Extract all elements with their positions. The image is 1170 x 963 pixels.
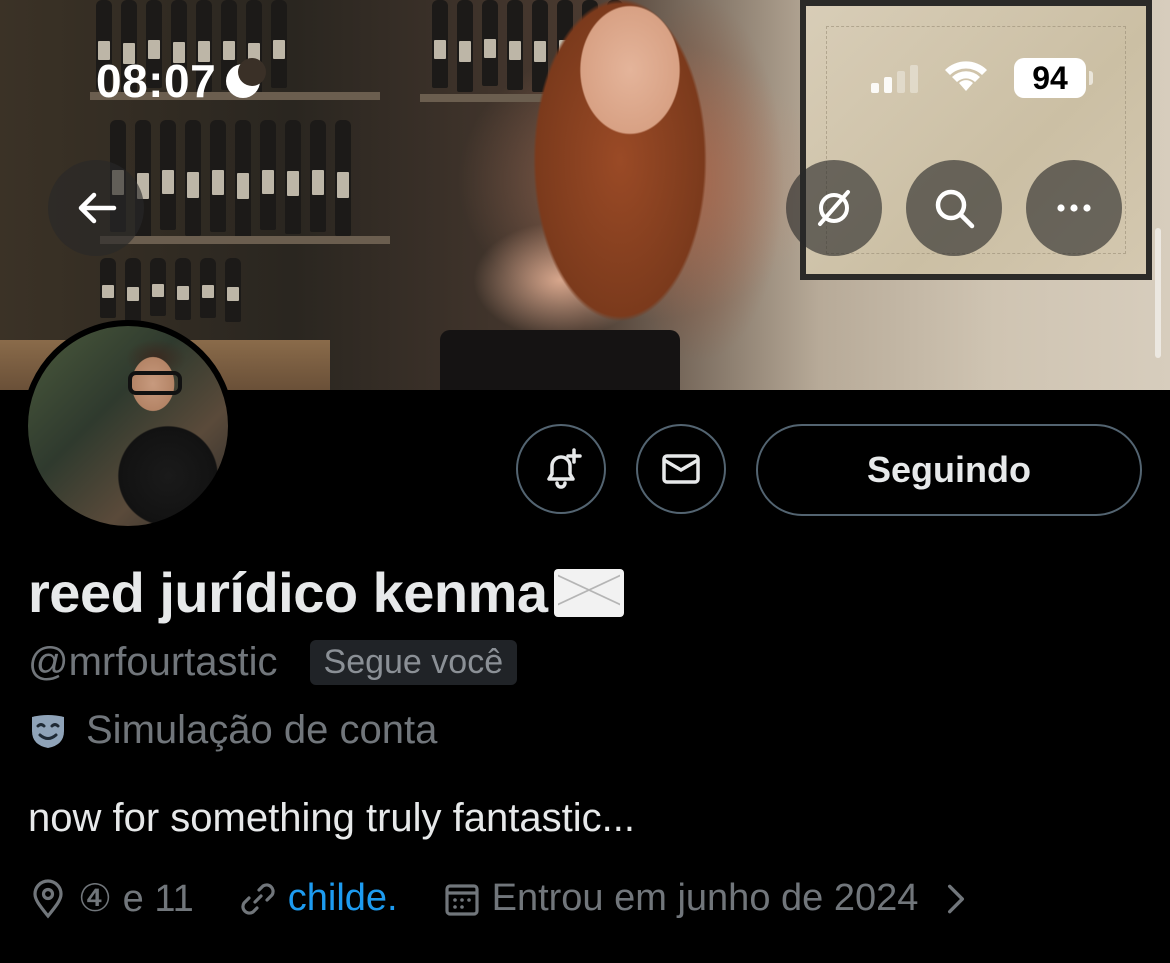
clock-text: 08:07 xyxy=(96,55,217,107)
calendar-icon xyxy=(445,883,479,916)
handle-row: @mrfourtastic Segue você xyxy=(28,640,518,685)
banner-bottles-mid xyxy=(110,120,351,238)
joined-item[interactable]: Entrou em junho de 2024 xyxy=(442,877,977,920)
location-item: ④ e 11 xyxy=(28,876,194,921)
chevron-right-icon xyxy=(948,884,965,913)
grok-icon xyxy=(818,190,850,226)
theater-mask-icon xyxy=(32,714,64,748)
status-bar-time: 08:07 xyxy=(96,54,267,108)
bell-plus-icon xyxy=(547,448,582,489)
following-button-label: Seguindo xyxy=(867,449,1031,490)
battery-level: 94 xyxy=(1032,59,1068,96)
avatar[interactable] xyxy=(22,320,234,532)
profile-meta-row: ④ e 11 childe. Entrou em junho de 2024 xyxy=(28,876,976,921)
more-horizontal-icon xyxy=(1057,204,1091,212)
status-bar-right: 94 xyxy=(871,58,1093,98)
profile-handle: @mrfourtastic xyxy=(28,640,278,684)
link-icon xyxy=(241,882,275,915)
moon-icon xyxy=(226,58,267,98)
grok-button[interactable] xyxy=(786,160,882,256)
notify-button[interactable] xyxy=(516,424,606,514)
banner-photo-dress xyxy=(440,330,680,390)
joined-date-text: Entrou em junho de 2024 xyxy=(491,877,919,919)
wifi-icon xyxy=(945,61,987,91)
scrollbar[interactable] xyxy=(1155,228,1161,358)
banner-bottles-low xyxy=(100,258,241,322)
profile-display-name: reed jurídico kenma xyxy=(28,560,624,625)
website-item[interactable]: childe. xyxy=(238,877,398,920)
display-name-text: reed jurídico kenma xyxy=(28,561,548,624)
message-button[interactable] xyxy=(636,424,726,514)
location-text: ④ e 11 xyxy=(78,878,194,920)
back-button[interactable] xyxy=(48,160,144,256)
mail-icon xyxy=(662,454,700,484)
location-pin-icon xyxy=(33,878,63,919)
arrow-left-icon xyxy=(78,192,117,224)
following-button[interactable]: Seguindo xyxy=(756,424,1142,516)
search-icon xyxy=(935,189,975,229)
more-button[interactable] xyxy=(1026,160,1122,256)
battery-icon: 94 xyxy=(1014,58,1093,98)
profile-bio: now for something truly fantastic... xyxy=(28,796,635,840)
search-button[interactable] xyxy=(906,160,1002,256)
website-link[interactable]: childe. xyxy=(288,877,398,920)
follows-you-badge: Segue você xyxy=(309,640,518,685)
parody-label-text: Simulação de conta xyxy=(86,708,438,752)
envelope-emoji-icon xyxy=(553,568,624,617)
parody-label-row[interactable]: Simulação de conta xyxy=(28,708,437,753)
signal-icon xyxy=(871,63,918,93)
